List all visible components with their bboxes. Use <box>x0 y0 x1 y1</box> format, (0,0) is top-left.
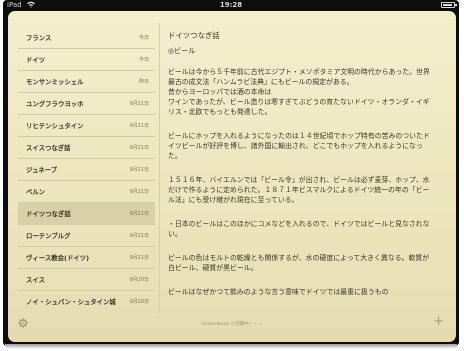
status-bar: iPad 19:28 <box>3 0 459 10</box>
note-list-title: ローテンブルグ <box>26 232 71 240</box>
note-list-date: 9月20日 <box>129 299 149 305</box>
add-note-icon[interactable]: + <box>433 315 444 329</box>
note-list-title: ヴィース教会(ドイツ) <box>26 254 90 262</box>
note-list-title: ユングフラウヨッホ <box>26 100 84 108</box>
note-heading: ◎ビール <box>168 47 196 55</box>
note-list-date: 9月21日 <box>129 123 149 129</box>
note-list-title: ドイツ <box>26 56 46 64</box>
note-list-date: 9月21日 <box>129 233 149 239</box>
note-list-date: 9月20日 <box>129 277 149 283</box>
note-list-title: フランス <box>26 34 52 42</box>
note-paragraph: ビールはなぜかつて飲みのような言う意味でドイツでは最重に扱うもの <box>168 288 389 296</box>
note-list-item[interactable]: モンサンミッシェル 昨日 <box>18 71 155 93</box>
note-list-item-selected[interactable]: ドイツつなぎ話 9月21日 <box>18 203 155 225</box>
toolbar: Gimmebook と同期中・・・ + <box>8 314 456 342</box>
note-list-item[interactable]: ジュネーブ 9月21日 <box>18 159 155 181</box>
note-list-item[interactable]: ユングフラウヨッホ 9月21日 <box>18 93 155 115</box>
note-list-title: ドイツつなぎ話 <box>26 210 71 218</box>
note-list-date: 9月21日 <box>129 101 149 107</box>
note-list-title: スイスつなぎ話 <box>26 144 71 152</box>
note-list-date: 今日 <box>138 57 149 63</box>
note-list-date: 昨日 <box>138 79 149 85</box>
note-list-item[interactable]: フランス 今日 <box>18 27 155 49</box>
notes-app: フランス 今日 ドイツ 今日 モンサンミッシェル 昨日 ユングフラウヨッホ 9月… <box>8 11 456 342</box>
note-title: ドイツつなぎ話 <box>168 31 220 40</box>
screenshot-frame: iPad 19:28 フランス 今日 ドイツ 今日 モンサンミッシェル 昨日 ユ… <box>0 0 464 351</box>
note-list-item[interactable]: ローテンブルグ 9月21日 <box>18 225 155 247</box>
note-list-date: 9月21日 <box>129 167 149 173</box>
sync-status: Gimmebook と同期中・・・ <box>201 322 263 327</box>
pane-divider <box>159 23 160 313</box>
note-list-item[interactable]: ベルン 9月21日 <box>18 181 155 203</box>
note-list-title: ノイ・シュバン・シュタイン城 <box>26 298 116 306</box>
battery-icon <box>441 2 457 8</box>
note-list-date: 9月21日 <box>129 211 149 217</box>
note-list-date: 9月21日 <box>129 145 149 151</box>
note-list-title: モンサンミッシェル <box>26 78 84 86</box>
note-list-title: リヒテンシュタイン <box>26 122 84 130</box>
note-list-item[interactable]: スイスつなぎ話 9月21日 <box>18 137 155 159</box>
note-list-title: ベルン <box>26 188 46 196</box>
note-list-item[interactable]: スイス 9月20日 <box>18 269 155 291</box>
note-list-date: 今日 <box>138 35 149 41</box>
note-list-title: ジュネーブ <box>26 166 58 174</box>
note-body[interactable]: ドイツつなぎ話 ◎ビール ビールは今から５千年前に古代エジプト・メソポタミア文明… <box>168 31 436 312</box>
note-paragraph: ビールにホップを入れるようになったのは１４世紀頃でホップ特有の苦みのついたドイツ… <box>168 132 430 160</box>
notes-list[interactable]: フランス 今日 ドイツ 今日 モンサンミッシェル 昨日 ユングフラウヨッホ 9月… <box>18 27 155 312</box>
note-list-item[interactable]: ヴィース教会(ドイツ) 9月21日 <box>18 247 155 269</box>
note-paragraph: ビールの色はモルトの乾燥とも関係するが、水の硬度によって大きく異なる。軟質が白ビ… <box>168 254 430 272</box>
note-list-item[interactable]: リヒテンシュタイン 9月21日 <box>18 115 155 137</box>
note-paragraph: ・日本のビールはこのほかにコメなどを入れるので、ドイツではビールと見なされない。 <box>168 220 430 238</box>
clock: 19:28 <box>219 1 243 9</box>
note-list-date: 9月21日 <box>129 255 149 261</box>
note-list-item[interactable]: ドイツ 今日 <box>18 49 155 71</box>
note-paragraph: １５１６年、バイエルンでは「ビール令」が出され、ビールは必ず麦芽、ホップ、水だけ… <box>168 176 430 204</box>
note-list-date: 9月21日 <box>129 189 149 195</box>
note-list-item[interactable]: ノイ・シュバン・シュタイン城 9月20日 <box>18 291 155 312</box>
device-shadow <box>5 344 457 349</box>
note-list-title: スイス <box>26 276 45 284</box>
note-paragraph: ビールは今から５千年前に古代エジプト・メソポタミア文明の時代からあった。世界最古… <box>168 68 430 116</box>
